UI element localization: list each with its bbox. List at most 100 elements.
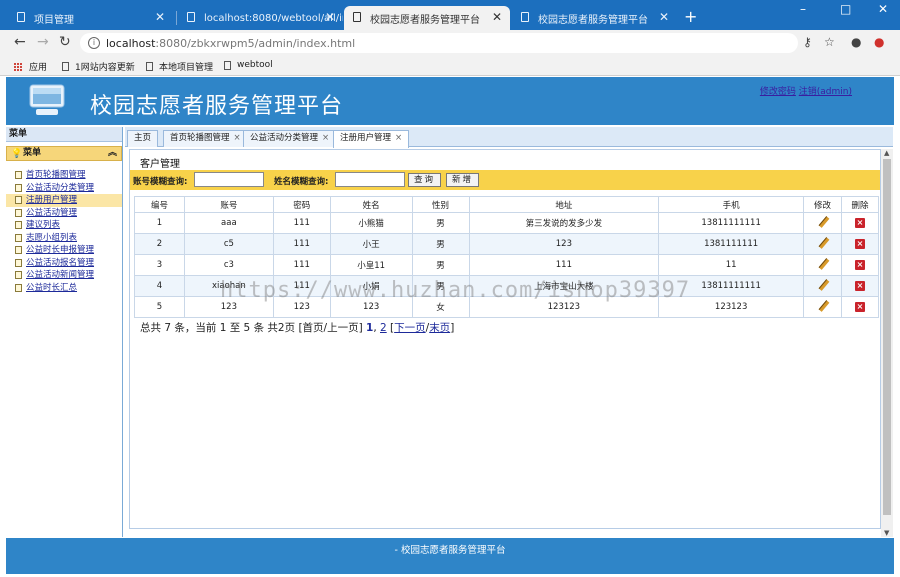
pencil-icon[interactable] [817, 258, 829, 270]
update-icon[interactable]: ● [874, 35, 884, 49]
scroll-down-icon[interactable]: ▼ [884, 529, 889, 537]
bookmark-item[interactable]: 1网站内容更新 [62, 60, 135, 73]
pencil-icon[interactable] [817, 216, 829, 228]
query-button[interactable]: 查询 [408, 173, 442, 187]
menu-accordion-header[interactable]: 💡 菜单 ︽ [6, 146, 122, 161]
page-2-link[interactable]: 2 [380, 322, 387, 334]
sidebar-item-active[interactable]: 注册用户管理 [6, 194, 122, 207]
star-icon[interactable]: ☆ [824, 35, 835, 49]
document-icon [62, 62, 69, 71]
profile-icon[interactable]: ● [851, 35, 861, 49]
info-icon[interactable]: i [88, 37, 100, 49]
vertical-scrollbar[interactable]: ▲ ▼ [881, 149, 893, 537]
sidebar-item-label: 公益活动分类管理 [26, 182, 95, 193]
file-icon [15, 196, 22, 204]
reload-icon[interactable]: ↻ [59, 34, 71, 50]
sidebar-item[interactable]: 建议列表 [6, 219, 122, 232]
close-icon[interactable]: ✕ [492, 10, 502, 24]
watermark: https://www.huzhan.com/ishop39397 [220, 278, 691, 303]
pencil-icon[interactable] [817, 237, 829, 249]
table-row: 2 c5 111 小王 男 123 1381111111 × [134, 233, 879, 255]
sidebar-item[interactable]: 公益活动新闻管理 [6, 269, 122, 282]
file-icon [15, 171, 22, 179]
change-password-link[interactable]: 修改密码 [760, 87, 796, 97]
cell-delete: × [841, 275, 879, 297]
sidebar-item[interactable]: 公益活动管理 [6, 207, 122, 220]
pencil-icon[interactable] [817, 279, 829, 291]
tab-registered-users[interactable]: 注册用户管理 × [333, 130, 410, 148]
sidebar-title: 菜单 [6, 127, 122, 142]
sidebar-item-label: 志愿小组列表 [26, 232, 78, 243]
document-icon [521, 12, 529, 22]
back-arrow-icon[interactable]: ← [14, 34, 26, 50]
sidebar-item[interactable]: 公益活动分类管理 [6, 182, 122, 195]
close-icon[interactable]: × [395, 133, 402, 143]
scrollbar-thumb[interactable] [883, 159, 891, 515]
column-header: 姓名 [329, 196, 413, 213]
file-icon [15, 258, 22, 267]
file-icon [15, 183, 22, 192]
browser-tab-active[interactable]: 校园志愿者服务管理平台 ✕ [344, 6, 510, 30]
close-icon[interactable]: ✕ [325, 10, 335, 24]
sidebar-menu: 首页轮播图管理 公益活动分类管理 注册用户管理 公益活动管理 建议列表 志愿小组… [6, 169, 122, 294]
delete-icon[interactable]: × [855, 239, 865, 249]
key-icon[interactable]: ⚷ [803, 35, 812, 49]
tab-home[interactable]: 主页 [127, 130, 159, 147]
cell-id: 5 [134, 296, 185, 318]
bookmark-item[interactable]: 本地项目管理 [146, 60, 213, 73]
close-icon[interactable]: ✕ [155, 10, 165, 24]
sidebar-item[interactable]: 首页轮播图管理 [6, 169, 122, 182]
last-page-link[interactable]: 末页 [429, 322, 450, 334]
scroll-up-icon[interactable]: ▲ [884, 149, 889, 157]
tab-activity-category[interactable]: 公益活动分类管理 × [243, 130, 337, 147]
app-footer: - 校园志愿者服务管理平台 [6, 538, 894, 574]
tab-banner-management[interactable]: 首页轮播图管理 × [163, 130, 248, 147]
add-button[interactable]: 新增 [446, 173, 480, 187]
sidebar-item[interactable]: 公益时长申报管理 [6, 244, 122, 257]
sidebar-item[interactable]: 公益时长汇总 [6, 282, 122, 295]
sidebar-item-label: 公益时长申报管理 [26, 245, 95, 255]
close-window-button[interactable]: ✕ [878, 2, 888, 16]
close-icon[interactable]: × [234, 133, 241, 143]
delete-icon[interactable]: × [855, 260, 865, 270]
account-search-input[interactable] [194, 172, 264, 187]
main-content: 主页 首页轮播图管理 × 公益活动分类管理 × 注册用户管理 × 客户管理 账号模糊查… [125, 127, 893, 537]
forward-arrow-icon[interactable]: → [37, 34, 49, 50]
browser-tab-title: 项目管理 [34, 14, 74, 26]
delete-icon[interactable]: × [855, 302, 865, 312]
maximize-button[interactable]: □ [840, 2, 851, 16]
table-header-row: 编号 账号 密码 姓名 性别 地址 手机 修改 删除 [134, 196, 879, 213]
cell-id: 2 [134, 233, 185, 255]
customer-panel: 客户管理 账号模糊查询: 姓名模糊查询: 查询 新增 编号 账号 密码 姓名 性… [129, 149, 881, 529]
browser-tab[interactable]: 校园志愿者服务管理平台 ✕ [512, 6, 677, 30]
cell-name: 小王 [329, 233, 413, 255]
minimize-button[interactable]: – [800, 2, 806, 16]
tab-label: 首页轮播图管理 [170, 133, 230, 143]
close-icon[interactable]: × [322, 133, 329, 143]
sidebar-item[interactable]: 公益活动报名管理 [6, 257, 122, 270]
file-icon [15, 233, 22, 242]
browser-tab[interactable]: 项目管理 ✕ [8, 6, 173, 30]
bookmark-item[interactable]: webtool [224, 60, 273, 70]
delete-icon[interactable]: × [855, 218, 865, 228]
chevron-up-icon[interactable]: ︽ [108, 147, 117, 160]
table-row: 1 aaa 111 小熊猫 男 第三发说的发多少发 13811111111 × [134, 212, 879, 234]
sidebar-item[interactable]: 志愿小组列表 [6, 232, 122, 245]
browser-tab[interactable]: localhost:8080/webtool/all/in ✕ [178, 6, 343, 30]
delete-icon[interactable]: × [855, 281, 865, 291]
pencil-icon[interactable] [817, 300, 829, 312]
name-search-label: 姓名模糊查询: [274, 177, 329, 187]
cell-address: 111 [468, 254, 660, 276]
computer-logo-icon [29, 84, 65, 115]
pagination: 总共 7 条，当前 1 至 5 条 共2页 [首页/上一页] 1, 2 [下一页… [140, 322, 455, 334]
next-page-link[interactable]: 下一页 [394, 322, 426, 334]
name-search-input[interactable] [335, 172, 405, 187]
cell-gender: 男 [411, 212, 470, 234]
close-icon[interactable]: ✕ [659, 10, 669, 24]
cell-id: 4 [134, 275, 185, 297]
address-bar[interactable]: i localhost:8080/zbkxrwpm5/admin/index.h… [80, 33, 798, 53]
new-tab-button[interactable]: + [684, 7, 697, 26]
logout-link[interactable]: 注销(admin) [799, 87, 852, 97]
bookmark-apps[interactable]: 应用 [14, 60, 47, 73]
bookmarks-bar: 应用 1网站内容更新 本地项目管理 webtool [0, 56, 900, 76]
